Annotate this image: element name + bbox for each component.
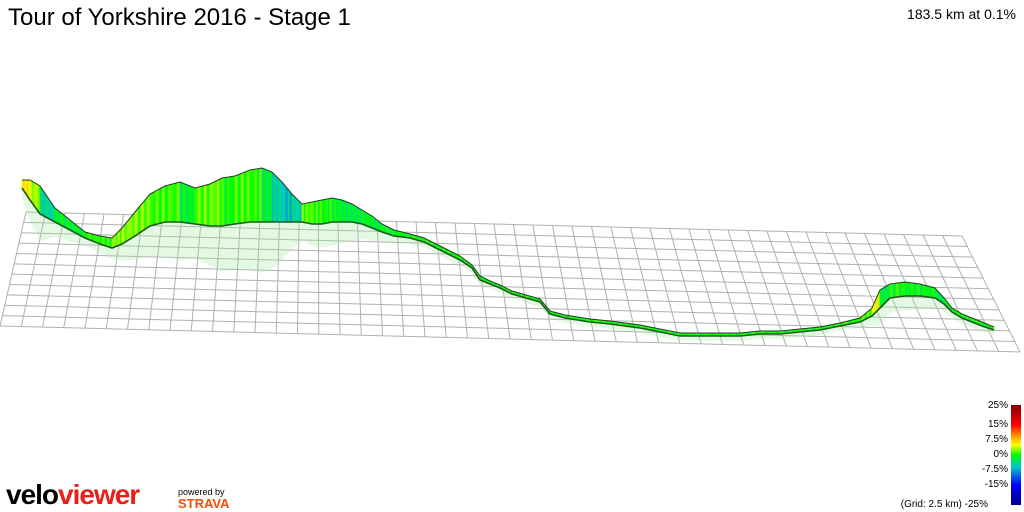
elevation-wall-segment xyxy=(889,283,894,299)
grid-scale-note: (Grid: 2.5 km) -25% xyxy=(901,499,988,510)
elevation-wall-segment xyxy=(164,184,169,223)
legend-label-7-5: 7.5% xyxy=(985,434,1008,445)
elevation-wall-segment xyxy=(194,186,199,225)
legend-label-25: 25% xyxy=(987,400,1008,411)
elevation-wall-segment xyxy=(892,282,897,298)
elevation-wall-segment xyxy=(206,183,211,227)
grid-line xyxy=(727,229,766,346)
elevation-wall-segment xyxy=(140,200,145,233)
grid-line xyxy=(688,228,723,345)
elevation-wall-segment xyxy=(240,171,245,224)
elevation-wall-segment xyxy=(254,168,258,223)
grid-line xyxy=(84,213,105,329)
elevation-wall-segment xyxy=(931,286,936,299)
elevation-wall-segment xyxy=(928,286,933,298)
elevation-wall-segment xyxy=(913,282,918,297)
elevation-wall-segment xyxy=(188,185,193,224)
elevation-wall-segment xyxy=(234,174,239,225)
elevation-wall-segment xyxy=(197,186,202,226)
legend-label-15: 15% xyxy=(987,419,1008,430)
elevation-wall-segment xyxy=(925,285,930,298)
elevation-wall-segment xyxy=(173,182,178,223)
elevation-wall-segment xyxy=(895,282,900,298)
elevation-wall-segment xyxy=(243,170,248,224)
elevation-wall-segment xyxy=(176,181,181,223)
elevation-wall-segment xyxy=(907,282,912,297)
elevation-wall-segment xyxy=(191,186,196,225)
elevation-wall-segment xyxy=(209,182,213,227)
elevation-wall-segment xyxy=(910,282,915,297)
legend-label-0: 0% xyxy=(993,449,1008,460)
gradient-legend: 25% 15% 7.5% 0% -7.5% -15% xyxy=(928,400,1008,512)
elevation-wall-segment xyxy=(916,283,921,297)
elevation-wall-segment xyxy=(229,176,233,226)
elevation-wall-segment xyxy=(256,168,260,223)
grid-line xyxy=(708,229,745,346)
elevation-wall-segment xyxy=(216,178,220,227)
elevation-wall-segment xyxy=(158,187,163,224)
elevation-wall-segment xyxy=(149,191,154,227)
elevation-wall-segment xyxy=(155,188,160,225)
legend-label-minus-25: -25% xyxy=(964,499,988,510)
elevation-wall-segment xyxy=(170,183,175,223)
elevation-wall-segment xyxy=(901,281,906,297)
grid-scale-text: (Grid: 2.5 km) xyxy=(900,499,962,510)
elevation-wall-segment xyxy=(212,181,216,227)
elevation-wall-segment xyxy=(182,182,187,224)
grid-line xyxy=(513,224,532,340)
elevation-wall-segment xyxy=(221,177,225,227)
elevation-wall-segment xyxy=(898,282,903,298)
grid-line xyxy=(747,230,787,347)
elevation-wall-segment xyxy=(922,284,927,298)
elevation-wall-segment xyxy=(237,173,242,224)
elevation-wall-segment xyxy=(203,184,208,226)
elevation-wall-segment xyxy=(143,196,148,231)
elevation-wall-segment xyxy=(246,169,251,223)
elevation-wall-segment xyxy=(200,185,205,226)
grid-line xyxy=(0,211,27,327)
elevation-wall-segment xyxy=(259,167,263,223)
page-title: Tour of Yorkshire 2016 - Stage 1 xyxy=(8,4,351,31)
elevation-wall-segment xyxy=(185,183,190,224)
elevation-wall-segment xyxy=(252,168,256,223)
powered-by-strava[interactable]: powered by STRAVA xyxy=(178,487,230,511)
elevation-wall-segment xyxy=(224,176,228,226)
elevation-wall-segment xyxy=(161,185,166,224)
veloviewer-logo[interactable]: veloviewer xyxy=(6,479,140,511)
elevation-wall-segment xyxy=(152,190,157,226)
elevation-wall-segment xyxy=(214,179,218,227)
grid-line xyxy=(669,228,702,345)
3d-elevation-scene[interactable] xyxy=(0,0,1024,512)
elevation-wall-segment xyxy=(919,283,924,297)
elevation-wall-segment xyxy=(137,203,142,235)
legend-label-minus-15: -15% xyxy=(984,479,1008,490)
elevation-wall-segment xyxy=(249,169,253,223)
grid-line xyxy=(435,222,447,338)
elevation-wall-segment xyxy=(179,181,184,223)
elevation-wall-segment xyxy=(146,193,151,229)
elevation-wall-segment xyxy=(219,177,223,227)
elevation-wall-segment xyxy=(232,175,236,225)
logo-text-viewer: viewer xyxy=(58,479,140,510)
legend-label-minus-7-5: -7.5% xyxy=(981,464,1008,475)
elevation-wall-segment xyxy=(904,281,909,297)
grid-line xyxy=(532,224,553,341)
elevation-wall-segment xyxy=(109,237,113,249)
grid-line xyxy=(493,223,511,340)
grid-line xyxy=(454,222,468,338)
elevation-wall-segment xyxy=(134,207,139,237)
elevation-wall-segment xyxy=(167,184,172,223)
strava-logo: STRAVA xyxy=(178,496,230,511)
elevation-wall-segment xyxy=(226,176,231,226)
elevation-wall-segment xyxy=(132,211,136,239)
route-summary: 183.5 km at 0.1% xyxy=(907,6,1016,22)
logo-text-velo: velo xyxy=(6,479,59,510)
elevation-viewer: Tour of Yorkshire 2016 - Stage 1 183.5 k… xyxy=(0,0,1024,512)
gradient-color-scale xyxy=(1011,405,1021,505)
elevation-wall-segment xyxy=(129,214,133,240)
